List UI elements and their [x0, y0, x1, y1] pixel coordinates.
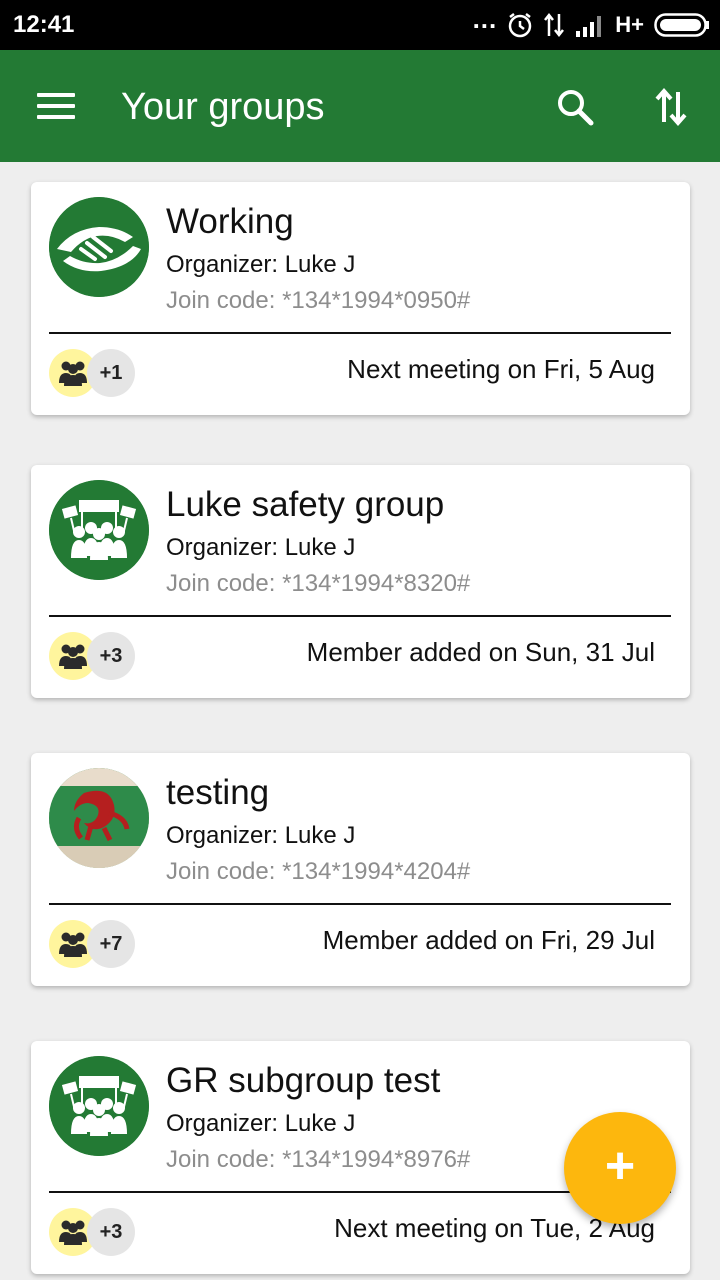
group-join-code: Join code: *134*1994*8320#	[166, 570, 471, 597]
page-title: Your groups	[121, 86, 325, 128]
notification-dots: ...	[472, 3, 498, 34]
group-avatar	[49, 1056, 149, 1156]
protest-group-icon	[49, 480, 149, 580]
add-icon: +	[604, 1137, 636, 1195]
status-icons: ... H+	[473, 4, 710, 40]
member-count: +1	[87, 349, 135, 397]
group-avatar	[49, 768, 149, 868]
group-organizer: Organizer: Luke J	[166, 251, 356, 278]
group-card[interactable]: Luke safety group Organizer: Luke J Join…	[31, 465, 690, 698]
sort-button[interactable]	[644, 80, 698, 134]
group-name: GR subgroup test	[166, 1061, 441, 1100]
handshake-icon	[49, 197, 149, 297]
photo-avatar	[49, 768, 149, 868]
group-avatar	[49, 197, 149, 297]
group-latest-event: Member added on Fri, 29 Jul	[322, 925, 655, 955]
data-transfer-icon	[544, 12, 565, 38]
signal-icon	[576, 16, 602, 37]
member-count: +3	[87, 632, 135, 680]
member-count: +3	[87, 1208, 135, 1256]
menu-button[interactable]	[30, 83, 82, 129]
group-card[interactable]: testing Organizer: Luke J Join code: *13…	[31, 753, 690, 986]
group-join-code: Join code: *134*1994*8976#	[166, 1146, 471, 1173]
group-latest-event: Next meeting on Fri, 5 Aug	[347, 354, 655, 384]
battery-icon	[654, 13, 709, 37]
group-join-code: Join code: *134*1994*0950#	[166, 287, 471, 314]
group-name: testing	[166, 773, 270, 812]
member-badges: +7	[49, 920, 139, 970]
add-group-button[interactable]: +	[564, 1112, 676, 1224]
group-latest-event: Member added on Sun, 31 Jul	[306, 637, 655, 667]
member-badges: +3	[49, 632, 139, 682]
group-join-code: Join code: *134*1994*4204#	[166, 858, 471, 885]
group-organizer: Organizer: Luke J	[166, 1110, 356, 1137]
search-icon	[558, 90, 594, 126]
member-badges: +1	[49, 349, 139, 399]
group-organizer: Organizer: Luke J	[166, 534, 356, 561]
protest-group-icon	[49, 1056, 149, 1156]
group-avatar	[49, 480, 149, 580]
divider	[49, 903, 671, 905]
divider	[49, 615, 671, 617]
status-time: 12:41	[13, 11, 75, 38]
group-name: Working	[166, 202, 294, 241]
group-card[interactable]: Working Organizer: Luke J Join code: *13…	[31, 182, 690, 415]
group-name: Luke safety group	[166, 485, 445, 524]
hamburger-menu-icon	[37, 93, 75, 97]
search-button[interactable]	[548, 80, 602, 134]
alarm-icon	[509, 13, 532, 38]
divider	[49, 332, 671, 334]
network-type: H+	[615, 12, 644, 37]
member-badges: +3	[49, 1208, 139, 1258]
group-organizer: Organizer: Luke J	[166, 822, 356, 849]
sort-icon	[655, 87, 687, 127]
status-bar: 12:41 ... H+	[0, 0, 720, 50]
member-count: +7	[87, 920, 135, 968]
app-bar: Your groups	[0, 50, 720, 162]
